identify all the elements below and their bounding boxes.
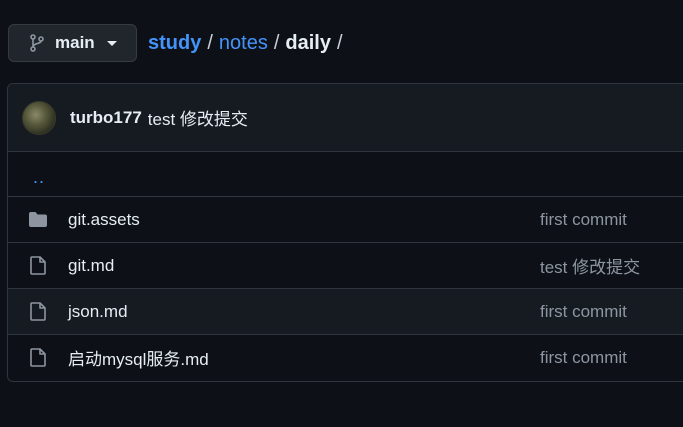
file-commit-message[interactable]: first commit xyxy=(540,302,627,322)
avatar[interactable] xyxy=(22,100,56,135)
latest-commit-row: turbo177 test 修改提交 xyxy=(8,84,683,152)
chevron-down-icon xyxy=(106,40,117,46)
file-commit-message[interactable]: first commit xyxy=(540,348,627,368)
file-icon xyxy=(28,302,48,322)
parent-directory-link[interactable]: .. xyxy=(33,167,45,188)
file-row[interactable]: json.md first commit xyxy=(8,288,683,334)
file-name[interactable]: 启动mysql服务.md xyxy=(68,345,209,370)
file-list-box: turbo177 test 修改提交 .. git.assets first c… xyxy=(7,83,683,382)
commit-author[interactable]: turbo177 xyxy=(70,108,142,128)
file-row[interactable]: 启动mysql服务.md first commit xyxy=(8,334,683,380)
file-name[interactable]: json.md xyxy=(68,302,128,322)
commit-message[interactable]: test 修改提交 xyxy=(148,105,248,130)
parent-directory-row[interactable]: .. xyxy=(8,152,683,196)
branch-name: main xyxy=(55,33,95,52)
file-commit-message[interactable]: first commit xyxy=(540,210,627,230)
file-name[interactable]: git.assets xyxy=(68,210,140,230)
folder-icon xyxy=(28,210,48,230)
file-icon xyxy=(28,256,48,276)
breadcrumb-current: daily xyxy=(285,31,331,54)
breadcrumb-separator: / xyxy=(273,31,280,54)
file-commit-message[interactable]: test 修改提交 xyxy=(540,253,640,278)
breadcrumb: study / notes / daily / xyxy=(148,32,343,55)
repo-header: main study / notes / daily / xyxy=(8,23,343,63)
breadcrumb-link-study[interactable]: study xyxy=(148,32,201,55)
file-icon xyxy=(28,348,48,368)
breadcrumb-trailing-separator: / xyxy=(336,31,343,54)
file-row[interactable]: git.md test 修改提交 xyxy=(8,242,683,288)
file-name[interactable]: git.md xyxy=(68,256,114,276)
breadcrumb-link-notes[interactable]: notes xyxy=(219,32,268,55)
file-row[interactable]: git.assets first commit xyxy=(8,196,683,242)
branch-selector-button[interactable]: main xyxy=(8,24,137,62)
breadcrumb-separator: / xyxy=(207,31,213,54)
git-branch-icon xyxy=(29,34,45,52)
